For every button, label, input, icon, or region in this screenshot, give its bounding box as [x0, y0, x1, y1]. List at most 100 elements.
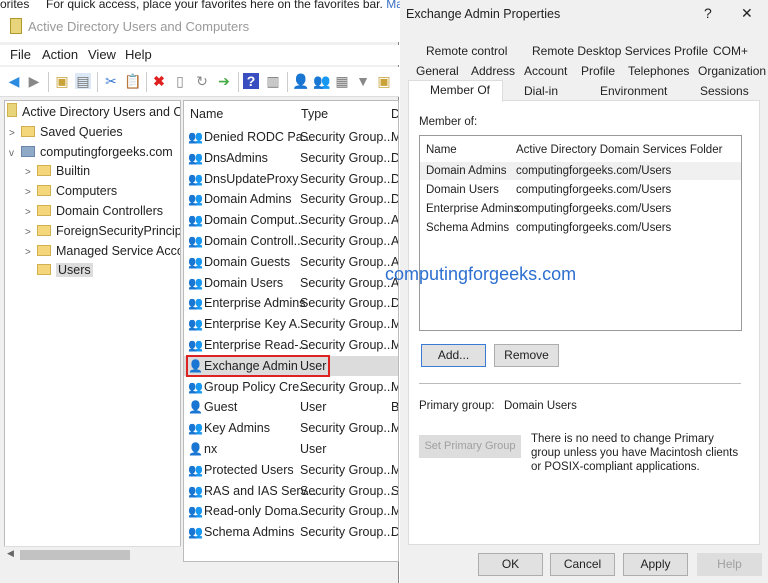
- list-item[interactable]: 👥Key Admins Security Group...M: [184, 418, 398, 438]
- delete-icon[interactable]: ✖: [151, 73, 167, 89]
- tree-item-saved-queries[interactable]: > Saved Queries: [9, 123, 123, 141]
- new-ou-icon[interactable]: ▦: [334, 73, 350, 89]
- scroll-left-icon[interactable]: ◀: [7, 548, 14, 559]
- item-description: D: [391, 189, 398, 209]
- list-item[interactable]: 👥Enterprise Key A...Security Group...M: [184, 314, 398, 334]
- list-item[interactable]: 👤 Exchange Admin User: [184, 354, 398, 377]
- tree-item-users[interactable]: Users: [37, 261, 93, 279]
- chevron-right-icon[interactable]: >: [25, 184, 37, 202]
- help-icon[interactable]: ?: [704, 5, 712, 21]
- list-item[interactable]: 👥 Domain Guests Security Group... A: [184, 252, 398, 272]
- new-group-icon[interactable]: 👥: [313, 73, 330, 89]
- ok-button[interactable]: OK: [478, 553, 543, 576]
- member-row[interactable]: Domain Users computingforgeeks.com/Users: [420, 181, 741, 199]
- forward-icon[interactable]: ▶: [26, 73, 42, 89]
- scrollbar-thumb[interactable]: [20, 550, 130, 560]
- item-name: nx: [204, 442, 218, 456]
- tab-dial-in[interactable]: Dial-in: [524, 84, 558, 98]
- menu-action[interactable]: Action: [42, 47, 78, 62]
- tree-item-foreign-security-principals[interactable]: > ForeignSecurityPrincipals: [25, 222, 180, 242]
- member-row[interactable]: Schema Admins computingforgeeks.com/Users: [420, 219, 741, 237]
- tree-item-domain-controllers[interactable]: > Domain Controllers: [25, 202, 163, 220]
- cancel-button[interactable]: Cancel: [550, 553, 615, 576]
- add-button[interactable]: Add...: [421, 344, 486, 367]
- column-header-name[interactable]: Name: [190, 107, 223, 121]
- tree-horizontal-scrollbar[interactable]: ◀: [4, 546, 181, 562]
- list-item[interactable]: 👥DnsAdmins Security Group...D: [184, 148, 398, 168]
- list-item[interactable]: 👥 Domain Users Security Group... A: [184, 273, 398, 293]
- tab-com[interactable]: COM+: [713, 44, 748, 58]
- list-item[interactable]: 👥DnsUpdateProxySecurity Group...D: [184, 169, 398, 189]
- list-item[interactable]: 👥 RAS and IAS Serv... Security Group... S: [184, 481, 398, 501]
- export-list-icon[interactable]: ➔: [216, 73, 232, 89]
- column-header-name[interactable]: Name: [426, 141, 457, 159]
- member-row[interactable]: Domain Admins computingforgeeks.com/Users: [420, 162, 741, 180]
- tab-telephones[interactable]: Telephones: [628, 64, 689, 78]
- tree-root[interactable]: Active Directory Users and Com: [7, 103, 180, 121]
- group-icon: 👥: [188, 504, 203, 519]
- tree-item-managed-service-accounts[interactable]: > Managed Service Accoun: [25, 242, 180, 262]
- up-folder-icon[interactable]: ▣: [54, 73, 70, 89]
- column-header-description[interactable]: D: [391, 107, 398, 121]
- list-item[interactable]: 👥Denied RODC Pa...Security Group...M: [184, 127, 398, 147]
- help-icon[interactable]: ?: [243, 73, 259, 89]
- tree-item-builtin[interactable]: > Builtin: [25, 162, 90, 180]
- list-item[interactable]: 👤 nx User: [184, 439, 398, 459]
- list-item[interactable]: 👥Schema Admins Security Group...D: [184, 522, 398, 542]
- tab-rds-profile[interactable]: Remote Desktop Services Profile: [532, 44, 708, 58]
- menu-view[interactable]: View: [88, 47, 116, 62]
- member-row[interactable]: Enterprise Admins computingforgeeks.com/U…: [420, 200, 741, 218]
- remove-button[interactable]: Remove: [494, 344, 559, 367]
- back-icon[interactable]: ◀: [6, 73, 22, 89]
- tab-general[interactable]: General: [416, 64, 459, 78]
- properties-icon[interactable]: ▯: [172, 73, 188, 89]
- help-button[interactable]: Help: [697, 553, 762, 576]
- folder-icon: [37, 225, 51, 236]
- tab-address[interactable]: Address: [471, 64, 515, 78]
- apply-button[interactable]: Apply: [623, 553, 688, 576]
- show-console-tree-icon[interactable]: ▤: [75, 73, 91, 89]
- tab-sessions[interactable]: Sessions: [700, 84, 749, 98]
- paste-icon[interactable]: 📋: [124, 73, 141, 89]
- close-icon[interactable]: ✕: [741, 5, 753, 22]
- item-name: Domain Controll...: [204, 234, 305, 248]
- tab-environment[interactable]: Environment: [600, 84, 667, 98]
- cut-icon[interactable]: ✂: [103, 73, 119, 89]
- refresh-icon[interactable]: ↻: [194, 73, 210, 89]
- item-name: Domain Users: [204, 275, 284, 290]
- chevron-right-icon[interactable]: >: [25, 244, 37, 262]
- list-item[interactable]: 👥Protected Users Security Group...M: [184, 460, 398, 480]
- chevron-right-icon[interactable]: >: [25, 224, 37, 242]
- chevron-right-icon[interactable]: >: [25, 164, 37, 182]
- tab-organization[interactable]: Organization: [698, 64, 766, 78]
- new-user-icon[interactable]: 👤: [292, 73, 309, 89]
- manage-favorites-link[interactable]: Manage: [386, 0, 400, 11]
- filter-icon[interactable]: ▼: [355, 73, 371, 89]
- group-icon: 👥: [188, 421, 203, 436]
- chevron-right-icon[interactable]: >: [9, 125, 21, 143]
- list-item[interactable]: 👤 Guest User B: [184, 397, 398, 417]
- tab-remote-control[interactable]: Remote control: [426, 44, 507, 58]
- column-header-type[interactable]: Type: [301, 107, 328, 121]
- menu-file[interactable]: File: [10, 47, 31, 62]
- chevron-right-icon[interactable]: >: [25, 204, 37, 222]
- tab-member-of[interactable]: Member Of: [408, 80, 503, 102]
- chevron-down-icon[interactable]: v: [9, 145, 21, 163]
- list-item[interactable]: 👥Enterprise Read-...Security Group...M: [184, 335, 398, 355]
- list-item[interactable]: 👥Enterprise AdminsSecurity Group...D: [184, 293, 398, 313]
- set-primary-group-button[interactable]: Set Primary Group: [419, 435, 521, 458]
- member-of-list[interactable]: Name Active Directory Domain Services Fo…: [419, 135, 742, 331]
- action-pane-icon[interactable]: ▥: [265, 73, 281, 89]
- column-header-folder[interactable]: Active Directory Domain Services Folder: [516, 141, 722, 159]
- list-item[interactable]: 👥Read-only Doma...Security Group...M: [184, 501, 398, 521]
- menu-help[interactable]: Help: [125, 47, 152, 62]
- list-item[interactable]: 👥Group Policy Cre...Security Group...M: [184, 377, 398, 397]
- tab-profile[interactable]: Profile: [581, 64, 615, 78]
- list-item[interactable]: 👥 Domain Comput... Security Group... A: [184, 210, 398, 230]
- list-item[interactable]: 👥Domain Admins Security Group...D: [184, 189, 398, 209]
- tree-item-domain[interactable]: v computingforgeeks.com: [9, 143, 173, 161]
- tree-item-computers[interactable]: > Computers: [25, 182, 117, 200]
- add-to-group-icon[interactable]: ▣: [376, 73, 392, 89]
- tab-account[interactable]: Account: [524, 64, 567, 78]
- list-item[interactable]: 👥 Domain Controll... Security Group... A: [184, 231, 398, 251]
